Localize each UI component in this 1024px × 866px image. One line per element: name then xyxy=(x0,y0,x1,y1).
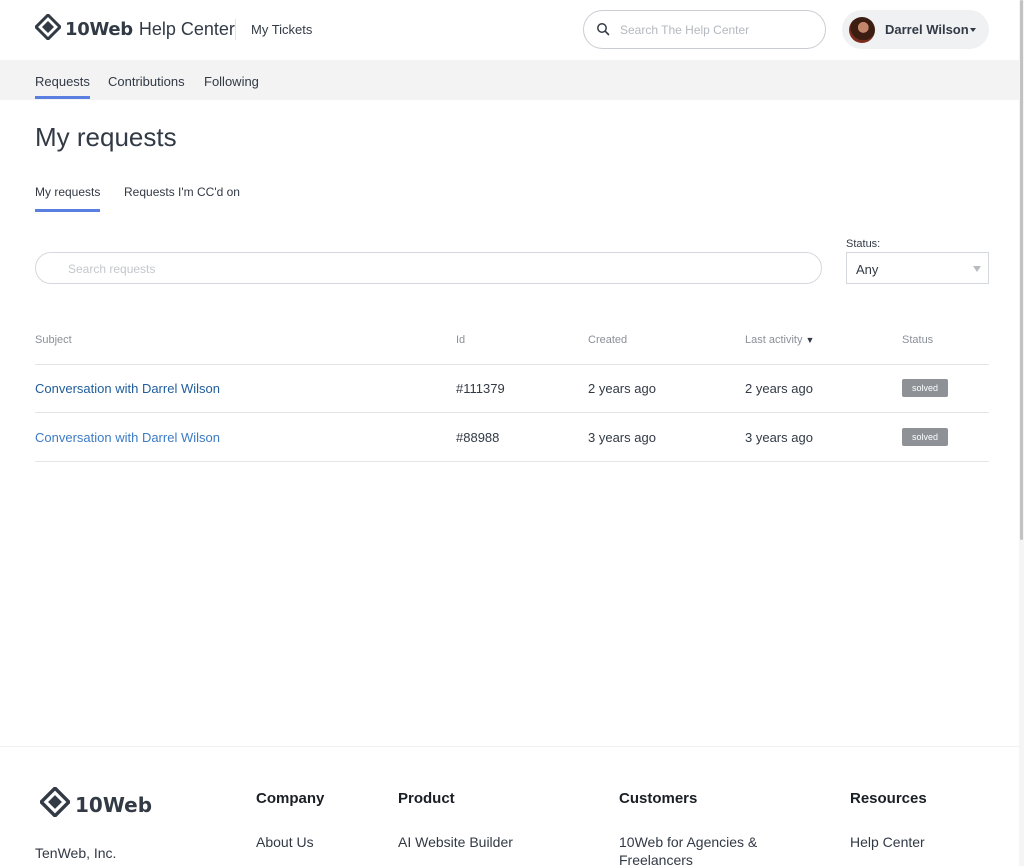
column-header-last-activity[interactable]: Last activity ▼ xyxy=(745,334,814,346)
footer-link-agencies[interactable]: 10Web for Agencies & Freelancers xyxy=(619,833,779,866)
page-scrollbar[interactable] xyxy=(1019,0,1024,866)
site-footer: 10Web TenWeb, Inc. Company About Us Prod… xyxy=(0,746,1019,866)
requests-search[interactable] xyxy=(35,252,822,284)
request-last-activity: 2 years ago xyxy=(745,381,813,396)
tab-my-requests[interactable]: My requests xyxy=(35,185,101,212)
help-center-search-input[interactable] xyxy=(620,20,815,40)
footer-link-about-us[interactable]: About Us xyxy=(256,833,314,851)
footer-heading-resources: Resources xyxy=(850,790,927,807)
logo-suffix-text: Help Center xyxy=(138,19,235,39)
last-activity-label: Last activity xyxy=(745,334,803,346)
request-created: 3 years ago xyxy=(588,430,656,445)
request-created: 2 years ago xyxy=(588,381,656,396)
home-logo-link[interactable]: 10Web Help Center xyxy=(33,12,235,45)
table-row: Conversation with Darrel Wilson #88988 3… xyxy=(0,413,1019,461)
status-badge: solved xyxy=(902,379,948,397)
scrollbar-thumb[interactable] xyxy=(1020,0,1023,540)
table-row: Conversation with Darrel Wilson #111379 … xyxy=(0,364,1019,412)
footer-heading-company: Company xyxy=(256,790,325,807)
logo-brand-text: 10Web xyxy=(65,19,133,40)
subnav-item-requests[interactable]: Requests xyxy=(35,74,90,99)
table-divider xyxy=(35,461,989,462)
footer-link-help-center[interactable]: Help Center xyxy=(850,833,925,851)
sort-down-icon: ▼ xyxy=(805,335,815,345)
footer-logo-link[interactable]: 10Web xyxy=(35,785,153,822)
subnav-item-following[interactable]: Following xyxy=(204,74,259,89)
footer-heading-customers: Customers xyxy=(619,790,698,807)
status-filter-value: Any xyxy=(856,262,879,277)
column-header-status: Status xyxy=(902,334,934,346)
footer-brand-text: 10Web xyxy=(75,792,153,817)
request-subject-link[interactable]: Conversation with Darrel Wilson xyxy=(35,381,220,396)
request-id: #88988 xyxy=(456,430,500,445)
help-center-search[interactable] xyxy=(583,10,826,49)
request-last-activity: 3 years ago xyxy=(745,430,813,445)
footer-link-ai-website-builder[interactable]: AI Website Builder xyxy=(398,833,513,851)
user-name: Darrel Wilson xyxy=(885,22,969,37)
user-menu-button[interactable]: Darrel Wilson xyxy=(842,10,989,49)
status-filter-select[interactable]: Any xyxy=(846,252,989,284)
status-badge: solved xyxy=(902,428,948,446)
column-header-created[interactable]: Created xyxy=(588,334,627,346)
dropdown-arrow-icon xyxy=(973,266,981,272)
subnav-item-contributions[interactable]: Contributions xyxy=(108,74,185,89)
status-filter-label: Status: xyxy=(846,238,881,250)
tab-requests-ccd[interactable]: Requests I'm CC'd on xyxy=(124,185,240,199)
search-icon xyxy=(596,22,610,36)
avatar xyxy=(849,17,875,43)
column-header-id: Id xyxy=(456,334,466,346)
10web-logo-icon xyxy=(38,785,72,822)
column-header-subject: Subject xyxy=(35,334,72,346)
page-title: My requests xyxy=(35,122,177,152)
site-header: 10Web Help Center My Tickets Darrel Wils… xyxy=(0,0,1019,60)
10web-logo-icon xyxy=(33,12,63,45)
profile-subnav: Requests Contributions Following xyxy=(0,60,1019,100)
header-divider xyxy=(235,19,236,40)
footer-heading-product: Product xyxy=(398,790,455,807)
footer-company-name: TenWeb, Inc. xyxy=(35,845,117,861)
my-tickets-link[interactable]: My Tickets xyxy=(251,22,312,37)
requests-search-input[interactable] xyxy=(68,260,808,278)
request-id: #111379 xyxy=(456,381,505,396)
request-subject-link[interactable]: Conversation with Darrel Wilson xyxy=(35,430,220,445)
caret-down-icon xyxy=(970,28,976,32)
